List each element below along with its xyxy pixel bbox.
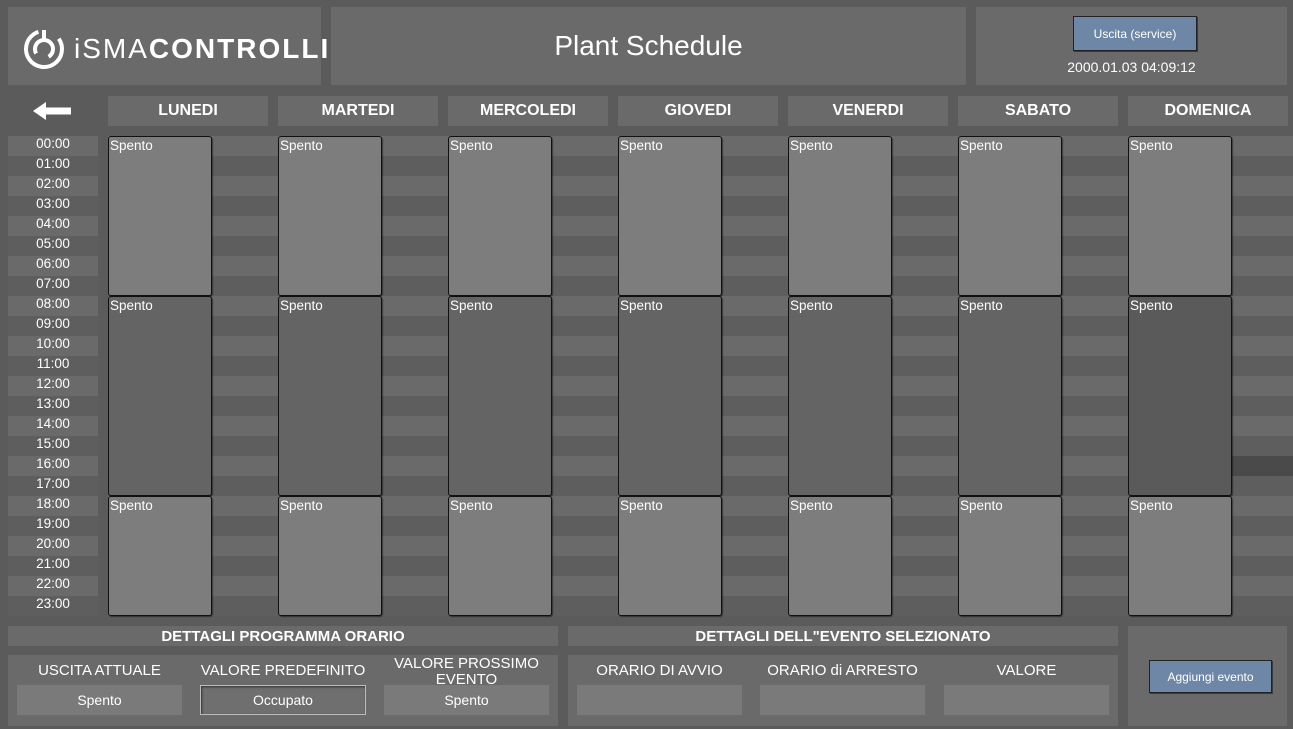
hour-label: 21:00 bbox=[8, 556, 98, 576]
schedule-event[interactable]: Spento bbox=[448, 136, 552, 296]
title-panel: Plant Schedule bbox=[331, 7, 966, 85]
hour-label: 01:00 bbox=[8, 156, 98, 176]
hour-label: 13:00 bbox=[8, 396, 98, 416]
current-datetime: 2000.01.03 04:09:12 bbox=[1067, 59, 1196, 75]
hour-label: 02:00 bbox=[8, 176, 98, 196]
schedule-event[interactable]: Spento bbox=[448, 296, 552, 496]
hour-label: 11:00 bbox=[8, 356, 98, 376]
hour-label: 00:00 bbox=[8, 136, 98, 156]
start-time-value bbox=[577, 685, 742, 715]
schedule-event[interactable]: Spento bbox=[788, 296, 892, 496]
stop-time-label: ORARIO di ARRESTO bbox=[767, 662, 918, 679]
logo-icon bbox=[24, 29, 64, 69]
default-value-field[interactable]: Occupato bbox=[200, 685, 366, 715]
status-panel: Uscita (service) 2000.01.03 04:09:12 bbox=[976, 7, 1287, 85]
day-header-lunedi: LUNEDI bbox=[108, 96, 268, 126]
day-column-sabato: Spento Spento Spento bbox=[958, 136, 1128, 616]
event-value-label: VALORE bbox=[996, 662, 1057, 679]
start-time-label: ORARIO DI AVVIO bbox=[596, 662, 723, 679]
schedule-event[interactable]: Spento bbox=[958, 136, 1062, 296]
hour-label: 04:00 bbox=[8, 216, 98, 236]
schedule-event[interactable]: Spento bbox=[1128, 496, 1232, 616]
arrow-left-icon[interactable] bbox=[33, 100, 73, 122]
day-header-martedi: MARTEDI bbox=[278, 96, 438, 126]
hour-label: 15:00 bbox=[8, 436, 98, 456]
event-details-title: DETTAGLI DELL"EVENTO SELEZIONATO bbox=[568, 626, 1118, 646]
next-event-value: Spento bbox=[384, 685, 549, 715]
hour-label: 03:00 bbox=[8, 196, 98, 216]
day-column-martedi: Spento Spento Spento bbox=[278, 136, 448, 616]
schedule-event[interactable]: Spento bbox=[958, 296, 1062, 496]
schedule-event[interactable]: Spento bbox=[618, 496, 722, 616]
page-title: Plant Schedule bbox=[554, 30, 743, 61]
hour-label: 05:00 bbox=[8, 236, 98, 256]
schedule-event[interactable]: Spento bbox=[278, 296, 382, 496]
next-event-label: VALORE PROSSIMO EVENTO bbox=[394, 655, 539, 688]
schedule-event[interactable]: Spento bbox=[788, 136, 892, 296]
hour-label: 22:00 bbox=[8, 576, 98, 596]
hour-label: 14:00 bbox=[8, 416, 98, 436]
program-details-title: DETTAGLI PROGRAMMA ORARIO bbox=[8, 626, 558, 646]
hour-label: 23:00 bbox=[8, 596, 98, 616]
day-column-lunedi: Spento Spento Spento bbox=[108, 136, 278, 616]
schedule-event[interactable]: Spento bbox=[448, 496, 552, 616]
current-output-value: Spento bbox=[17, 685, 182, 715]
hour-label: 12:00 bbox=[8, 376, 98, 396]
schedule-event[interactable]: Spento bbox=[788, 496, 892, 616]
day-column-giovedi: Spento Spento Spento bbox=[618, 136, 788, 616]
company-logo: iSMACONTROLLI bbox=[22, 27, 330, 71]
hour-label: 08:00 bbox=[8, 296, 98, 316]
day-column-mercoledi: Spento Spento Spento bbox=[448, 136, 618, 616]
day-header-domenica: DOMENICA bbox=[1128, 96, 1288, 126]
day-column-domenica: Spento Spento Spento bbox=[1128, 136, 1293, 616]
current-output-label: USCITA ATTUALE bbox=[38, 662, 161, 679]
day-header-sabato: SABATO bbox=[958, 96, 1118, 126]
logo-panel: iSMACONTROLLI bbox=[8, 7, 328, 85]
default-value-label: VALORE PREDEFINITO bbox=[200, 662, 366, 679]
hour-label: 16:00 bbox=[8, 456, 98, 476]
schedule-event[interactable]: Spento bbox=[278, 136, 382, 296]
time-column: 00:00 01:00 02:00 03:00 04:00 05:00 06:00 07:00… bbox=[8, 136, 98, 616]
schedule-event[interactable]: Spento bbox=[618, 136, 722, 296]
day-header-venerdi: VENERDI bbox=[788, 96, 948, 126]
schedule-event[interactable]: Spento bbox=[1128, 296, 1232, 496]
hour-label: 07:00 bbox=[8, 276, 98, 296]
hour-label: 09:00 bbox=[8, 316, 98, 336]
hour-label: 17:00 bbox=[8, 476, 98, 496]
schedule-event[interactable]: Spento bbox=[958, 496, 1062, 616]
hour-label: 18:00 bbox=[8, 496, 98, 516]
hour-label: 10:00 bbox=[8, 336, 98, 356]
event-value bbox=[944, 685, 1109, 715]
schedule-event[interactable]: Spento bbox=[278, 496, 382, 616]
schedule-event[interactable]: Spento bbox=[618, 296, 722, 496]
exit-service-button[interactable]: Uscita (service) bbox=[1073, 16, 1197, 51]
schedule-event[interactable]: Spento bbox=[108, 136, 212, 296]
hour-label: 20:00 bbox=[8, 536, 98, 556]
add-event-button[interactable]: Aggiungi evento bbox=[1149, 660, 1272, 693]
stop-time-value bbox=[760, 685, 925, 715]
logo-text: iSMACONTROLLI bbox=[74, 33, 331, 64]
add-event-panel: Aggiungi evento bbox=[1128, 626, 1287, 726]
hour-label: 19:00 bbox=[8, 516, 98, 536]
day-header-giovedi: GIOVEDI bbox=[618, 96, 778, 126]
hour-label: 06:00 bbox=[8, 256, 98, 276]
schedule-event[interactable]: Spento bbox=[108, 496, 212, 616]
schedule-event[interactable]: Spento bbox=[108, 296, 212, 496]
day-column-venerdi: Spento Spento Spento bbox=[788, 136, 958, 616]
schedule-event[interactable]: Spento bbox=[1128, 136, 1232, 296]
day-header-mercoledi: MERCOLEDI bbox=[448, 96, 608, 126]
